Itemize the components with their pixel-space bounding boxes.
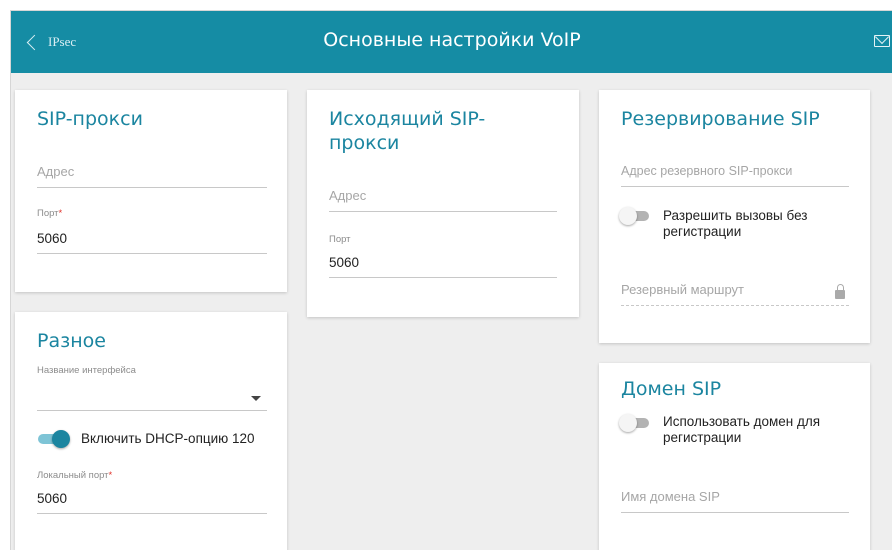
misc-card: Разное Название интерфейса Включить DHCP… [15,312,287,550]
interface-name-label: Название интерфейса [37,365,136,376]
sip-proxy-card: SIP-прокси Адрес Порт* 5060 [15,90,287,292]
local-port-input[interactable]: 5060 [37,488,267,514]
use-domain-toggle[interactable] [619,413,653,433]
lock-icon [835,284,845,299]
outbound-proxy-address-placeholder: Адрес [329,188,367,203]
sip-domain-title: Домен SIP [621,378,722,400]
domain-name-placeholder: Имя домена SIP [621,489,720,504]
local-port-label: Локальный порт* [37,470,113,481]
outbound-proxy-port-label: Порт [329,234,351,245]
allow-calls-label: Разрешить вызовы без регистрации [663,208,808,239]
backup-proxy-address-input[interactable]: Адрес резервного SIP-прокси [621,161,849,187]
backup-proxy-address-placeholder: Адрес резервного SIP-прокси [621,164,793,178]
use-domain-label: Использовать домен для регистрации [663,414,821,445]
outbound-proxy-address-input[interactable]: Адрес [329,186,557,212]
outbound-proxy-port-value: 5060 [329,255,360,270]
dhcp-option-toggle[interactable] [36,429,70,449]
required-marker: * [108,470,113,481]
backup-route-input[interactable]: Резервный маршрут [621,278,849,306]
sip-domain-card: Домен SIP Использовать домен для регистра… [599,363,870,550]
outbound-proxy-port-input[interactable]: 5060 [329,252,557,278]
sip-backup-card: Резервирование SIP Адрес резервного SIP-… [599,90,870,343]
allow-calls-toggle[interactable] [619,206,653,226]
sip-proxy-port-label: Порт* [37,208,63,219]
mail-icon[interactable] [874,35,890,47]
chevron-down-icon [251,396,261,401]
sip-proxy-port-input[interactable]: 5060 [37,228,267,254]
outbound-proxy-title: Исходящий SIP-прокси [329,108,486,154]
outbound-proxy-card: Исходящий SIP-прокси Адрес Порт 5060 [307,90,579,317]
sip-proxy-address-placeholder: Адрес [37,164,75,179]
local-port-value: 5060 [37,491,68,506]
sip-proxy-address-input[interactable]: Адрес [37,162,267,188]
required-marker: * [58,208,63,219]
backup-route-placeholder: Резервный маршрут [621,282,744,297]
domain-name-input[interactable]: Имя домена SIP [621,485,849,513]
sip-proxy-port-value: 5060 [37,231,68,246]
page-title: Основные настройки VoIP [323,29,581,51]
misc-title: Разное [37,330,106,352]
dhcp-option-label: Включить DHCP-опцию 120 [81,431,255,446]
sip-backup-title: Резервирование SIP [621,108,820,130]
top-bar: IPsec Основные настройки VoIP [11,11,892,73]
sip-proxy-title: SIP-прокси [37,108,143,130]
interface-name-select[interactable] [37,383,267,411]
app-frame: IPsec Основные настройки VoIP SIP-прокси… [10,10,892,550]
